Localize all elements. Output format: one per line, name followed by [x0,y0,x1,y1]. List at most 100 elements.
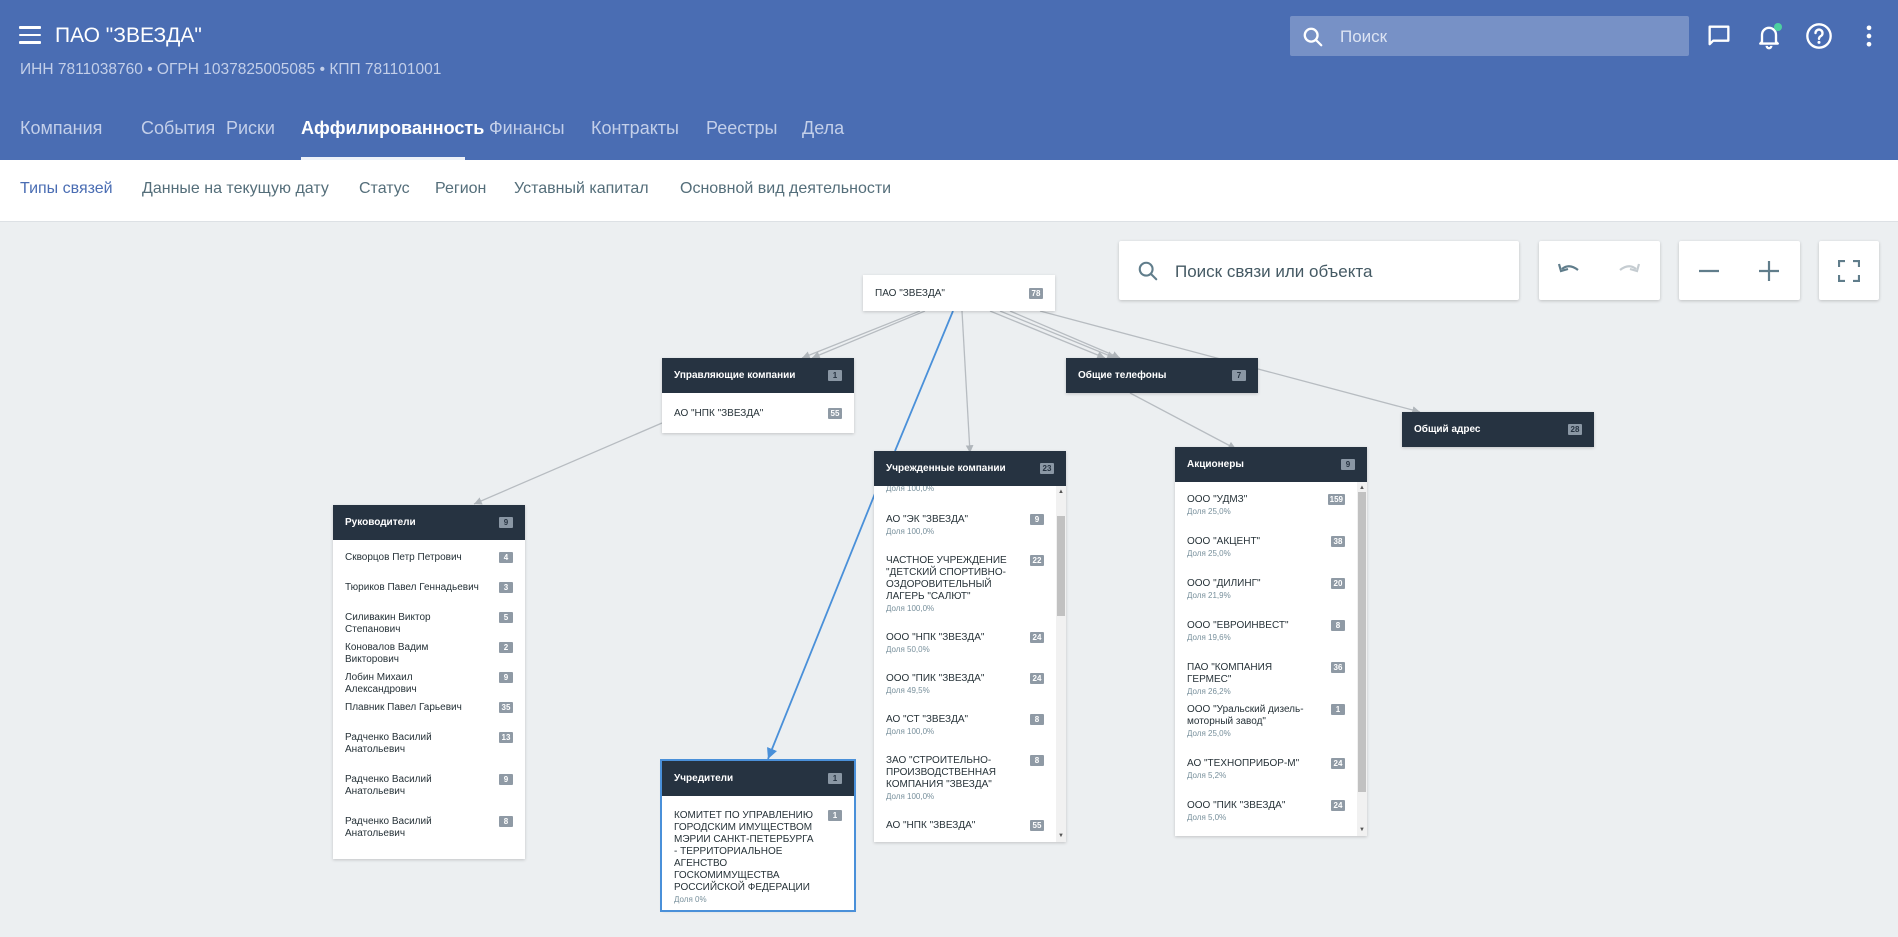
root-node-count: 78 [1029,288,1043,299]
list-item[interactable]: Радченко Василий Анатольевич 13 [333,732,525,774]
search-icon [1138,261,1158,281]
company-identifiers: ИНН 7811038760 • ОГРН 1037825005085 • КП… [20,61,442,78]
node-founded-companies[interactable]: Учрежденные компании 23 Доля 100,0% АО "… [874,451,1066,842]
list-item[interactable]: КОМИТЕТ ПО УПРАВЛЕНИЮ ГОРОДСКИМ ИМУЩЕСТВ… [662,810,854,905]
list-item[interactable]: ООО "ДИЛИНГ" 20 Доля 21,9% [1175,578,1367,620]
list-item[interactable]: ООО "НПК "ЗВЕЗДА" 24 Доля 50,0% [874,632,1066,655]
list-item[interactable]: ЗАО "СТРОИТЕЛЬНО-ПРОИЗВОДСТВЕННАЯ КОМПАН… [874,755,1066,802]
node-count: 9 [499,517,513,528]
scrollbar[interactable]: ▲ ▼ [1357,482,1367,836]
list-item[interactable]: ООО "АКЦЕНТ" 38 Доля 25,0% [1175,536,1367,578]
fullscreen-control [1819,241,1879,300]
root-node-label: ПАО "ЗВЕЗДА" [875,288,945,299]
search-icon [1303,27,1323,47]
list-item[interactable]: ООО "ЕВРОИНВЕСТ" 8 Доля 19,6% [1175,620,1367,662]
node-header: Общий адрес 28 [1402,412,1594,447]
list-item[interactable]: Силивакин Виктор Степанович 5 [333,612,525,642]
notification-dot [1774,23,1782,31]
list-item[interactable]: ООО "ПИК "ЗВЕЗДА" 24 Доля 49,5% [874,673,1066,696]
filter-subnav: Типы связей Данные на текущую дату Стату… [0,160,1898,222]
node-count: 23 [1040,463,1054,474]
notification-bell-icon[interactable] [1755,22,1783,50]
list-item[interactable]: АО "ТЕХНОПРИБОР-М" 24 Доля 5,2% [1175,758,1367,800]
subtab-region[interactable]: Регион [435,180,486,198]
tab-cases[interactable]: Дела [802,118,844,139]
list-item[interactable]: Плавник Павел Гарьевич 35 [333,702,525,732]
node-leaders[interactable]: Руководители 9 Скворцов Петр Петрович 4 Т… [333,505,525,859]
node-count: 7 [1232,370,1246,381]
scroll-down-icon[interactable]: ▼ [1056,832,1066,840]
subtab-link-types[interactable]: Типы связей [20,180,113,198]
scrollbar-thumb[interactable] [1358,492,1366,792]
scroll-up-icon[interactable]: ▲ [1357,484,1367,492]
node-shared-address[interactable]: Общий адрес 28 [1402,412,1594,447]
subtab-activity[interactable]: Основной вид деятельности [680,180,891,198]
app-header: ПАО "ЗВЕЗДА" ИНН 7811038760 • ОГРН 10378… [0,0,1898,161]
history-controls [1539,241,1660,300]
undo-icon[interactable] [1539,241,1599,300]
global-search[interactable] [1290,16,1689,56]
company-title: ПАО "ЗВЕЗДА" [55,24,202,47]
node-title: Руководители [345,517,416,528]
node-shareholders[interactable]: Акционеры 9 ООО "УДМЗ" 159 Доля 25,0% ООО … [1175,447,1367,836]
tab-events[interactable]: События [141,118,215,139]
node-title: Акционеры [1187,459,1244,470]
global-search-input[interactable] [1338,25,1672,49]
list-item[interactable]: Скворцов Петр Петрович 4 [333,552,525,582]
help-icon[interactable] [1805,22,1833,50]
node-header: Акционеры 9 [1175,447,1367,482]
zoom-in-icon[interactable] [1739,241,1799,300]
node-header: Управляющие компании 1 [662,358,854,393]
list-item[interactable]: Радченко Василий Анатольевич 9 [333,774,525,816]
list-item[interactable]: ООО "ПИК "ЗВЕЗДА" 24 Доля 5,0% [1175,800,1367,836]
node-managing-companies[interactable]: Управляющие компании 1 АО "НПК "ЗВЕЗДА" … [662,358,854,433]
scroll-up-icon[interactable]: ▲ [1056,488,1066,496]
list-item[interactable]: Коновалов Вадим Викторович 2 [333,642,525,672]
root-node[interactable]: ПАО "ЗВЕЗДА" 78 [863,275,1055,311]
zoom-out-icon[interactable] [1679,241,1739,300]
graph-search[interactable] [1119,241,1519,300]
list-item[interactable]: ЧАСТНОЕ УЧРЕЖДЕНИЕ "ДЕТСКИЙ СПОРТИВНО-ОЗ… [874,555,1066,614]
node-count: 9 [1341,459,1355,470]
tab-risks[interactable]: Риски [226,118,275,139]
list-item[interactable]: АО "СТ "ЗВЕЗДА" 8 Доля 100,0% [874,714,1066,737]
node-title: Учрежденные компании [886,463,1006,474]
tab-contracts[interactable]: Контракты [591,118,679,139]
node-header: Учредители 1 [662,761,854,796]
fullscreen-icon[interactable] [1819,241,1879,300]
list-item[interactable]: ПАО "КОМПАНИЯ ГЕРМЕС" 36 Доля 26,2% [1175,662,1367,704]
list-item[interactable]: Лобин Михаил Александрович 9 [333,672,525,702]
node-title: Общие телефоны [1078,370,1167,381]
list-item[interactable]: ООО "УДМЗ" 159 Доля 25,0% [1175,494,1367,536]
tab-registers[interactable]: Реестры [706,118,777,139]
list-item-partial: Доля 100,0% [886,486,935,493]
tab-affiliation[interactable]: Аффилированность [301,118,484,139]
list-item[interactable]: АО "НПК "ЗВЕЗДА" 55 [874,820,1066,832]
list-item[interactable]: АО "ЭК "ЗВЕЗДА" 9 Доля 100,0% [874,514,1066,537]
subtab-status[interactable]: Статус [359,180,410,198]
list-item[interactable]: АО "НПК "ЗВЕЗДА" 55 [662,408,854,420]
node-shared-phones[interactable]: Общие телефоны 7 [1066,358,1258,393]
node-title: Управляющие компании [674,370,796,381]
list-item[interactable]: Тюриков Павел Геннадьевич 3 [333,582,525,612]
scrollbar[interactable]: ▲ ▼ [1056,486,1066,842]
node-header: Общие телефоны 7 [1066,358,1258,393]
scroll-down-icon[interactable]: ▼ [1357,826,1367,834]
chat-icon[interactable] [1705,22,1733,50]
more-vertical-icon[interactable] [1855,22,1883,50]
hamburger-menu-icon[interactable] [19,26,41,44]
node-header: Руководители 9 [333,505,525,540]
redo-icon[interactable] [1599,241,1659,300]
tab-finance[interactable]: Финансы [489,118,565,139]
subtab-current-date[interactable]: Данные на текущую дату [142,180,329,198]
list-item[interactable]: Радченко Василий Анатольевич 8 [333,816,525,846]
scrollbar-thumb[interactable] [1057,516,1065,616]
node-count: 28 [1568,424,1582,435]
tab-company[interactable]: Компания [20,118,102,139]
graph-canvas[interactable]: ПАО "ЗВЕЗДА" 78 Управляющие компании 1 А… [0,221,1898,937]
list-item[interactable]: ООО "Уральский дизель-моторный завод" 1 До… [1175,704,1367,758]
subtab-capital[interactable]: Уставный капитал [514,180,649,198]
node-count: 1 [828,773,842,784]
graph-search-input[interactable] [1173,259,1507,285]
node-founders[interactable]: Учредители 1 КОМИТЕТ ПО УПРАВЛЕНИЮ ГОРОД… [660,759,856,912]
